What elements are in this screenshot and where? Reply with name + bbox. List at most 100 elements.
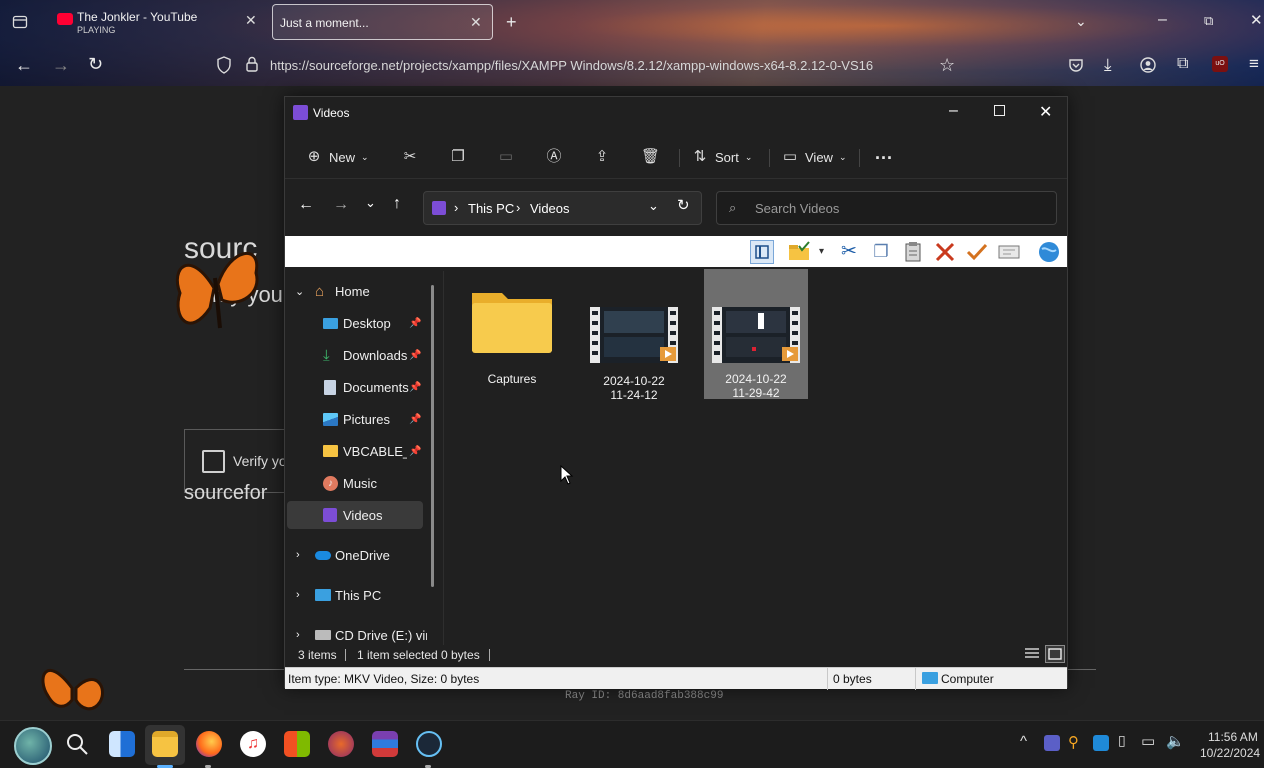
- nav-scrollbar[interactable]: [431, 285, 434, 587]
- new-button[interactable]: ⊕ New ⌄: [305, 145, 369, 169]
- file-explorer-icon[interactable]: [152, 731, 178, 757]
- extensions-icon[interactable]: ⧉: [1177, 56, 1188, 72]
- volume-icon[interactable]: 🔈: [1166, 732, 1185, 750]
- menu-hamburger-icon[interactable]: ≡: [1249, 55, 1259, 72]
- delete-x-icon[interactable]: [933, 240, 957, 264]
- status-bar: 3 items 1 item selected 0 bytes: [285, 645, 1067, 665]
- nav-pictures[interactable]: Pictures 📌: [285, 405, 431, 433]
- defender-shield-icon[interactable]: [1093, 735, 1109, 751]
- nav-home[interactable]: ⌄ ⌂ Home: [285, 277, 431, 305]
- share-button[interactable]: ⇪: [593, 145, 611, 169]
- up-arrow-icon[interactable]: ↑: [393, 195, 401, 213]
- nav-downloads[interactable]: ⤓ Downloads 📌: [285, 341, 431, 369]
- forward-arrow-icon[interactable]: →: [52, 56, 70, 74]
- search-icon[interactable]: [64, 731, 90, 762]
- start-button[interactable]: [14, 727, 52, 765]
- copy-icon[interactable]: ❐: [869, 240, 893, 264]
- pocket-icon[interactable]: [1068, 57, 1084, 77]
- usb-icon[interactable]: ▯: [1118, 732, 1126, 749]
- url-field[interactable]: https://sourceforge.net/projects/xampp/f…: [270, 58, 873, 73]
- steam-icon[interactable]: [416, 731, 442, 757]
- chevron-right-icon[interactable]: ›: [296, 629, 300, 641]
- chevron-down-icon[interactable]: ⌄: [295, 285, 304, 298]
- chevron-right-icon[interactable]: ›: [296, 589, 300, 601]
- paste-button[interactable]: ▭: [497, 145, 515, 169]
- details-view-icon[interactable]: [1023, 646, 1041, 662]
- nav-music[interactable]: ♪ Music: [285, 469, 431, 497]
- window-title: Videos: [313, 106, 350, 120]
- nav-cd-drive[interactable]: › CD Drive (E:) virti: [285, 621, 431, 645]
- search-magnifier-icon[interactable]: ⚲: [1068, 733, 1079, 751]
- close-icon[interactable]: ✕: [1039, 102, 1052, 122]
- forward-arrow-icon[interactable]: →: [333, 196, 349, 214]
- winrar-icon[interactable]: [372, 731, 398, 757]
- globe-icon[interactable]: [1037, 240, 1061, 264]
- video-tile-2[interactable]: 2024-10-22 11-29-42: [704, 269, 808, 400]
- itunes-icon[interactable]: ♫: [240, 731, 266, 757]
- restore-icon[interactable]: ⧉: [1204, 14, 1213, 27]
- nav-desktop[interactable]: Desktop 📌: [285, 309, 431, 337]
- search-input[interactable]: ⌕ Search Videos: [716, 191, 1057, 225]
- microsoft-store-icon[interactable]: [284, 731, 310, 757]
- nav-this-pc[interactable]: › This PC: [285, 581, 431, 609]
- maximize-icon[interactable]: [994, 105, 1005, 116]
- more-options-button[interactable]: ...: [875, 141, 893, 165]
- nav-documents[interactable]: Documents 📌: [285, 373, 431, 401]
- clock-time[interactable]: 11:56 AM: [1208, 730, 1258, 744]
- nav-vbcable[interactable]: VBCABLE_Dı 📌: [285, 437, 431, 465]
- tab-list-icon[interactable]: [12, 14, 28, 34]
- rename-button[interactable]: Ⓐ: [545, 145, 563, 169]
- large-icons-view-icon[interactable]: [1045, 645, 1065, 663]
- tab-youtube[interactable]: The Jonkler - YouTube PLAYING ✕: [48, 4, 268, 40]
- tab-just-a-moment[interactable]: Just a moment... ✕: [272, 4, 493, 40]
- back-arrow-icon[interactable]: ←: [15, 56, 33, 74]
- chevron-up-icon[interactable]: ^: [1020, 733, 1027, 750]
- tab-overflow-chevron-icon[interactable]: ⌄: [1075, 14, 1087, 28]
- sort-button[interactable]: ⇅ Sort ⌄: [691, 145, 753, 169]
- ublock-origin-icon[interactable]: uO: [1212, 56, 1228, 72]
- cut-button[interactable]: ✂: [401, 145, 419, 169]
- view-button[interactable]: ▭ View ⌄: [781, 145, 847, 169]
- delete-button[interactable]: 🗑: [641, 145, 660, 169]
- bookmark-star-icon[interactable]: ☆: [939, 56, 955, 74]
- download-icon[interactable]: ⤓: [1104, 56, 1112, 73]
- minimize-icon[interactable]: –: [1158, 12, 1167, 28]
- copy-button[interactable]: ❐: [449, 145, 467, 169]
- nav-videos[interactable]: Videos: [287, 501, 423, 529]
- folder-tile-captures[interactable]: Captures: [460, 275, 564, 403]
- account-icon[interactable]: [1140, 57, 1156, 77]
- scissors-icon[interactable]: ✂: [837, 240, 861, 264]
- close-window-icon[interactable]: ✕: [1250, 13, 1263, 28]
- task-view-icon[interactable]: [109, 731, 135, 757]
- video-tile-1[interactable]: 2024-10-22 11-24-12: [582, 275, 686, 403]
- checkmark-icon[interactable]: [965, 240, 989, 264]
- app-icon[interactable]: [328, 731, 354, 757]
- breadcrumb-this-pc[interactable]: This PC: [468, 201, 514, 216]
- recent-chevron-down-icon[interactable]: ⌄: [365, 195, 376, 211]
- minimize-icon[interactable]: –: [949, 102, 958, 120]
- breadcrumb-videos[interactable]: Videos: [530, 201, 570, 216]
- refresh-icon[interactable]: ↻: [677, 196, 690, 214]
- close-icon[interactable]: ✕: [245, 12, 257, 29]
- select-folder-icon[interactable]: [787, 240, 811, 264]
- lock-icon[interactable]: [245, 56, 259, 76]
- ray-id: Ray ID: 8d6aad8fab388c99: [565, 690, 724, 702]
- close-icon[interactable]: ✕: [470, 14, 482, 31]
- back-arrow-icon[interactable]: ←: [298, 196, 314, 214]
- reload-icon[interactable]: ↻: [88, 55, 103, 73]
- verify-checkbox[interactable]: [202, 450, 225, 473]
- shield-icon[interactable]: [216, 56, 232, 78]
- address-dropdown-chevron-icon[interactable]: ⌄: [648, 198, 659, 214]
- teams-icon[interactable]: [1044, 735, 1060, 751]
- network-icon[interactable]: ▭: [1141, 732, 1155, 750]
- firefox-icon[interactable]: [196, 731, 222, 757]
- preview-pane-icon[interactable]: [750, 240, 774, 264]
- verify-label: Verify yo: [233, 453, 287, 469]
- address-bar[interactable]: › This PC › Videos ⌄: [423, 191, 702, 225]
- properties-icon[interactable]: [997, 240, 1021, 264]
- nav-onedrive[interactable]: › OneDrive: [285, 541, 431, 569]
- clock-date[interactable]: 10/22/2024: [1200, 746, 1260, 760]
- new-tab-icon[interactable]: +: [506, 13, 517, 31]
- chevron-right-icon[interactable]: ›: [296, 549, 300, 561]
- clipboard-icon[interactable]: [901, 240, 925, 264]
